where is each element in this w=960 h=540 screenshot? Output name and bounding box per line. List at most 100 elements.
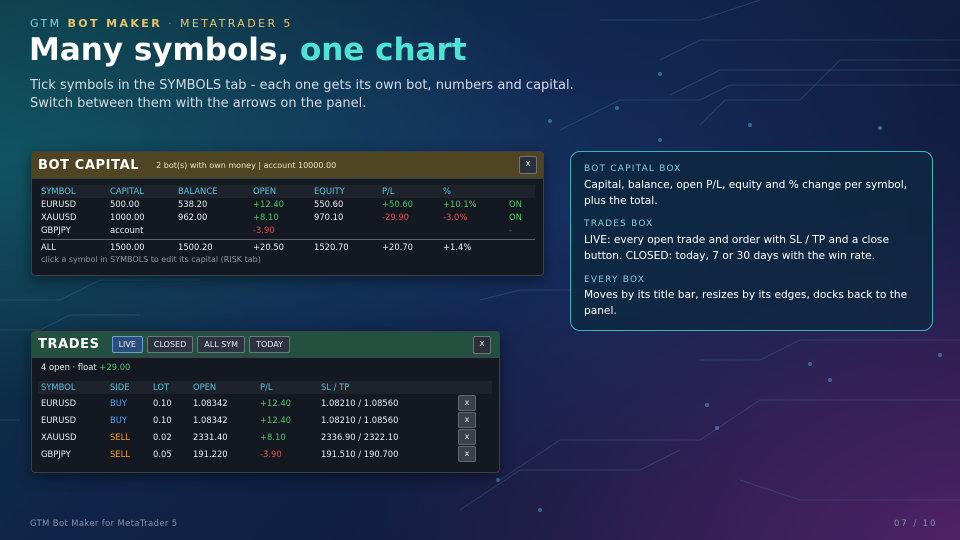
column-header: OPEN: [253, 186, 277, 196]
open-cell: -3.90: [253, 225, 275, 235]
column-header: %: [443, 186, 451, 196]
lot-cell: 0.10: [153, 398, 172, 408]
symbol-cell[interactable]: XAUUSD: [41, 212, 77, 222]
bot-capital-title-bar[interactable]: BOT CAPITAL 2 bot(s) with own money | ac…: [32, 152, 543, 179]
bot-capital-close-button[interactable]: x: [519, 156, 537, 174]
side-cell: SELL: [110, 449, 130, 459]
trades-panel[interactable]: TRADES LIVE CLOSED ALL SYM TODAY x 4 ope…: [31, 331, 500, 473]
bot-capital-table: SYMBOL CAPITAL BALANCE OPEN EQUITY P/L %…: [41, 185, 535, 254]
bot-capital-panel[interactable]: BOT CAPITAL 2 bot(s) with own money | ac…: [31, 151, 544, 276]
tab-all-sym[interactable]: ALL SYM: [197, 336, 246, 353]
capital-cell: 500.00: [110, 199, 140, 209]
pl-cell: -3.90: [260, 449, 282, 459]
column-header: P/L: [382, 186, 395, 196]
capital-cell: account: [110, 225, 144, 235]
info-line: plus the total.: [584, 195, 658, 207]
bot-capital-title: BOT CAPITAL: [38, 157, 140, 173]
equity-cell: 550.60: [314, 199, 344, 209]
bot-capital-info: 2 bot(s) with own money | account 10000.…: [156, 160, 337, 170]
info-section-title: BOT CAPITAL BOX: [584, 164, 682, 174]
table-row: XAUUSD SELL 0.02 2331.40 +8.10 2336.90 /…: [38, 428, 492, 445]
page-subtitle: Tick symbols in the SYMBOLS tab - each o…: [30, 77, 610, 113]
sl-tp-cell: 191.510 / 190.700: [321, 449, 399, 459]
total-pct: +1.4%: [443, 242, 472, 252]
trades-close-button[interactable]: x: [473, 336, 491, 354]
info-section-text: Moves by its title bar, resizes by its e…: [584, 287, 924, 319]
info-section-text: LIVE: every open trade and order with SL…: [584, 232, 924, 264]
page-number: 07 / 10: [894, 518, 938, 528]
brand-platform: METATRADER 5: [180, 17, 293, 30]
column-header: SIDE: [110, 382, 130, 392]
symbol-cell[interactable]: GBPJPY: [41, 225, 71, 235]
total-equity: 1520.70: [314, 242, 349, 252]
column-header: SYMBOL: [41, 382, 76, 392]
bot-capital-header-row: SYMBOL CAPITAL BALANCE OPEN EQUITY P/L %: [41, 185, 535, 198]
brand-product: BOT MAKER: [67, 17, 163, 30]
column-header: SL / TP: [321, 382, 350, 392]
close-trade-button[interactable]: x: [458, 395, 476, 411]
status-badge: ON: [509, 199, 522, 209]
close-trade-button[interactable]: x: [458, 446, 476, 462]
close-trade-button[interactable]: x: [458, 412, 476, 428]
open-price-cell: 191.220: [193, 449, 228, 459]
info-line: Capital, balance, open P/L, equity and %…: [584, 179, 908, 191]
trades-table: SYMBOL SIDE LOT OPEN P/L SL / TP EURUSD …: [38, 381, 492, 462]
pl-cell: +12.40: [260, 415, 291, 425]
trades-title: TRADES: [38, 337, 100, 352]
pct-cell: -3.0%: [443, 212, 468, 222]
symbol-cell: XAUUSD: [41, 432, 77, 442]
column-header: BALANCE: [178, 186, 218, 196]
column-header: CAPITAL: [110, 186, 144, 196]
open-price-cell: 1.08342: [193, 415, 228, 425]
open-price-cell: 1.08342: [193, 398, 228, 408]
total-capital: 1500.00: [110, 242, 145, 252]
total-balance: 1500.20: [178, 242, 213, 252]
table-row[interactable]: XAUUSD 1000.00 962.00 +8.10 970.10 -29.9…: [41, 211, 535, 224]
table-row[interactable]: EURUSD 500.00 538.20 +12.40 550.60 +50.6…: [41, 198, 535, 211]
float-value: +29.00: [99, 362, 131, 372]
page-title: Many symbols, one chart: [29, 32, 467, 68]
symbol-cell[interactable]: EURUSD: [41, 199, 76, 209]
pct-cell: +10.1%: [443, 199, 477, 209]
table-row[interactable]: GBPJPY account -3.90 -: [41, 224, 535, 237]
open-cell: +8.10: [253, 212, 279, 222]
info-section-text: Capital, balance, open P/L, equity and %…: [584, 177, 924, 209]
pl-cell: -29.90: [382, 212, 409, 222]
status-badge: -: [509, 225, 513, 235]
status-badge: ON: [509, 212, 522, 222]
table-row: EURUSD BUY 0.10 1.08342 +12.40 1.08210 /…: [38, 411, 492, 428]
close-trade-button[interactable]: x: [458, 429, 476, 445]
pl-cell: +50.60: [382, 199, 413, 209]
column-header: LOT: [153, 382, 170, 392]
title-main: Many symbols,: [29, 32, 290, 68]
column-header: SYMBOL: [41, 186, 76, 196]
symbol-cell: EURUSD: [41, 398, 77, 408]
subtitle-line-2: Switch between them with the arrows on t…: [30, 96, 367, 111]
lot-cell: 0.05: [153, 449, 172, 459]
column-header: P/L: [260, 382, 273, 392]
sl-tp-cell: 2336.90 / 2322.10: [321, 432, 399, 442]
trades-header-row: SYMBOL SIDE LOT OPEN P/L SL / TP: [38, 381, 492, 394]
side-cell: BUY: [110, 415, 127, 425]
total-label: ALL: [41, 242, 57, 252]
brand-line: GTM BOT MAKER · METATRADER 5: [30, 17, 293, 30]
trades-title-bar[interactable]: TRADES LIVE CLOSED ALL SYM TODAY x: [32, 332, 499, 358]
side-cell: SELL: [110, 432, 130, 442]
info-section-title: TRADES BOX: [584, 219, 654, 229]
total-row: ALL 1500.00 1500.20 +20.50 1520.70 +20.7…: [41, 239, 535, 254]
summary-prefix: 4 open · float: [41, 362, 97, 372]
side-cell: BUY: [110, 398, 127, 408]
column-header: EQUITY: [314, 186, 345, 196]
lot-cell: 0.02: [153, 432, 172, 442]
info-line: Moves by its title bar, resizes by its e…: [584, 289, 908, 301]
balance-cell: 538.20: [178, 199, 208, 209]
table-row: EURUSD BUY 0.10 1.08342 +12.40 1.08210 /…: [38, 394, 492, 411]
tab-live[interactable]: LIVE: [111, 336, 143, 353]
tab-closed[interactable]: CLOSED: [146, 336, 194, 353]
info-line: LIVE: every open trade and order with SL…: [584, 234, 889, 246]
open-price-cell: 2331.40: [193, 432, 228, 442]
tab-today[interactable]: TODAY: [249, 336, 291, 353]
pl-cell: +8.10: [260, 432, 286, 442]
sl-tp-cell: 1.08210 / 1.08560: [321, 398, 399, 408]
trades-summary: 4 open · float +29.00: [41, 362, 130, 372]
